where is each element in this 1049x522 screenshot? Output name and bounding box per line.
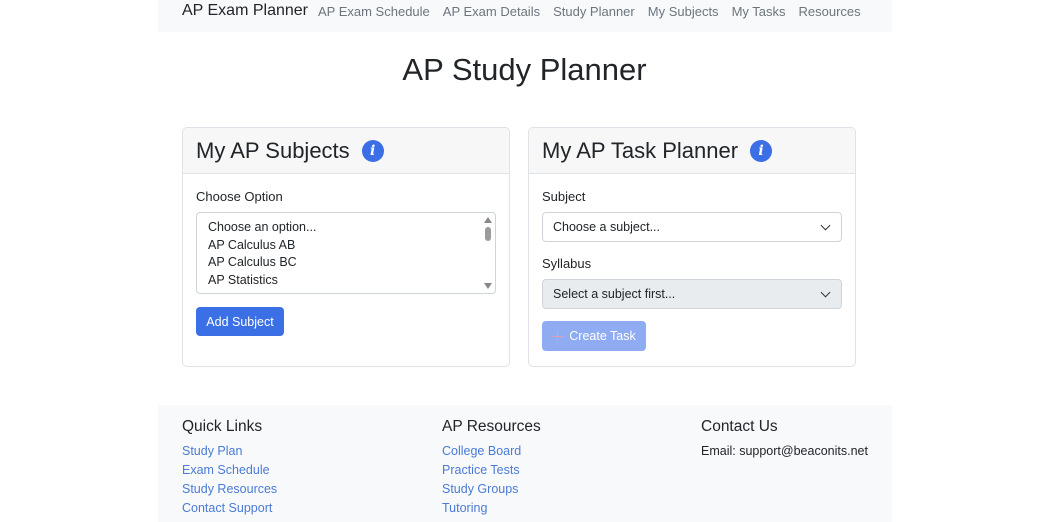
footer-link-exam-schedule[interactable]: Exam Schedule: [182, 461, 277, 480]
scroll-down-arrow-icon[interactable]: [484, 283, 492, 289]
contact-email: Email: support@beaconits.net: [701, 444, 868, 458]
info-icon[interactable]: i: [361, 139, 384, 162]
scroll-up-arrow-icon[interactable]: [484, 217, 492, 223]
nav-link-study-planner[interactable]: Study Planner: [553, 4, 635, 19]
footer-link-college-board[interactable]: College Board: [442, 442, 541, 461]
nav-link-resources[interactable]: Resources: [799, 4, 861, 19]
page-title: AP Study Planner: [402, 52, 647, 87]
subjects-card: My AP Subjects i Choose Option Choose an…: [182, 127, 510, 367]
subject-select-value: Choose a subject...: [553, 220, 661, 234]
footer-link-practice-tests[interactable]: Practice Tests: [442, 461, 541, 480]
footer: Quick Links Study Plan Exam Schedule Stu…: [158, 405, 892, 522]
add-subject-button[interactable]: Add Subject: [196, 307, 284, 336]
task-planner-card: My AP Task Planner i Subject Choose a su…: [528, 127, 856, 367]
footer-link-study-groups[interactable]: Study Groups: [442, 480, 541, 499]
contact-heading: Contact Us: [701, 418, 778, 435]
listbox-scrollbar[interactable]: [481, 213, 495, 293]
task-card-header: My AP Task Planner i: [529, 128, 855, 174]
subject-select[interactable]: Choose a subject...: [542, 212, 842, 242]
listbox-option[interactable]: AP Calculus AB: [208, 237, 495, 255]
info-icon[interactable]: i: [750, 139, 773, 162]
footer-link-contact-support[interactable]: Contact Support: [182, 499, 277, 518]
create-task-label: Create Task: [569, 329, 636, 343]
scroll-thumb[interactable]: [485, 227, 491, 241]
footer-contact: Contact Us Email: support@beaconits.net: [701, 418, 868, 461]
nav-links: AP Exam Schedule AP Exam Details Study P…: [318, 4, 861, 19]
syllabus-select[interactable]: Select a subject first...: [542, 279, 842, 309]
subject-listbox[interactable]: Choose an option... AP Calculus AB AP Ca…: [196, 212, 496, 294]
subjects-card-header: My AP Subjects i: [183, 128, 509, 174]
subjects-card-title: My AP Subjects: [196, 137, 350, 163]
listbox-option[interactable]: AP Calculus BC: [208, 254, 495, 272]
ap-resources-heading: AP Resources: [442, 418, 541, 435]
syllabus-label: Syllabus: [542, 256, 592, 271]
chevron-down-icon: [820, 287, 831, 298]
task-card-title: My AP Task Planner: [542, 137, 739, 163]
create-task-button[interactable]: Create Task: [542, 321, 646, 351]
nav-link-ap-exam-details[interactable]: AP Exam Details: [443, 4, 540, 19]
footer-link-study-resources[interactable]: Study Resources: [182, 480, 277, 499]
nav-link-my-tasks[interactable]: My Tasks: [732, 4, 786, 19]
subject-label: Subject: [542, 189, 586, 204]
nav-link-ap-exam-schedule[interactable]: AP Exam Schedule: [318, 4, 430, 19]
nav-link-my-subjects[interactable]: My Subjects: [648, 4, 719, 19]
listbox-option[interactable]: Choose an option...: [208, 219, 495, 237]
navbar: AP Exam Planner AP Exam Schedule AP Exam…: [158, 0, 892, 32]
footer-ap-resources: AP Resources College Board Practice Test…: [442, 418, 541, 518]
listbox-option[interactable]: AP Statistics: [208, 272, 495, 290]
plus-icon: [552, 330, 564, 342]
chevron-down-icon: [820, 220, 831, 231]
syllabus-select-value: Select a subject first...: [553, 287, 676, 301]
footer-quick-links: Quick Links Study Plan Exam Schedule Stu…: [182, 418, 277, 518]
footer-link-study-plan[interactable]: Study Plan: [182, 442, 277, 461]
navbar-brand[interactable]: AP Exam Planner: [182, 2, 308, 20]
quick-links-heading: Quick Links: [182, 418, 263, 435]
choose-option-label: Choose Option: [196, 189, 283, 204]
footer-link-tutoring[interactable]: Tutoring: [442, 499, 541, 518]
